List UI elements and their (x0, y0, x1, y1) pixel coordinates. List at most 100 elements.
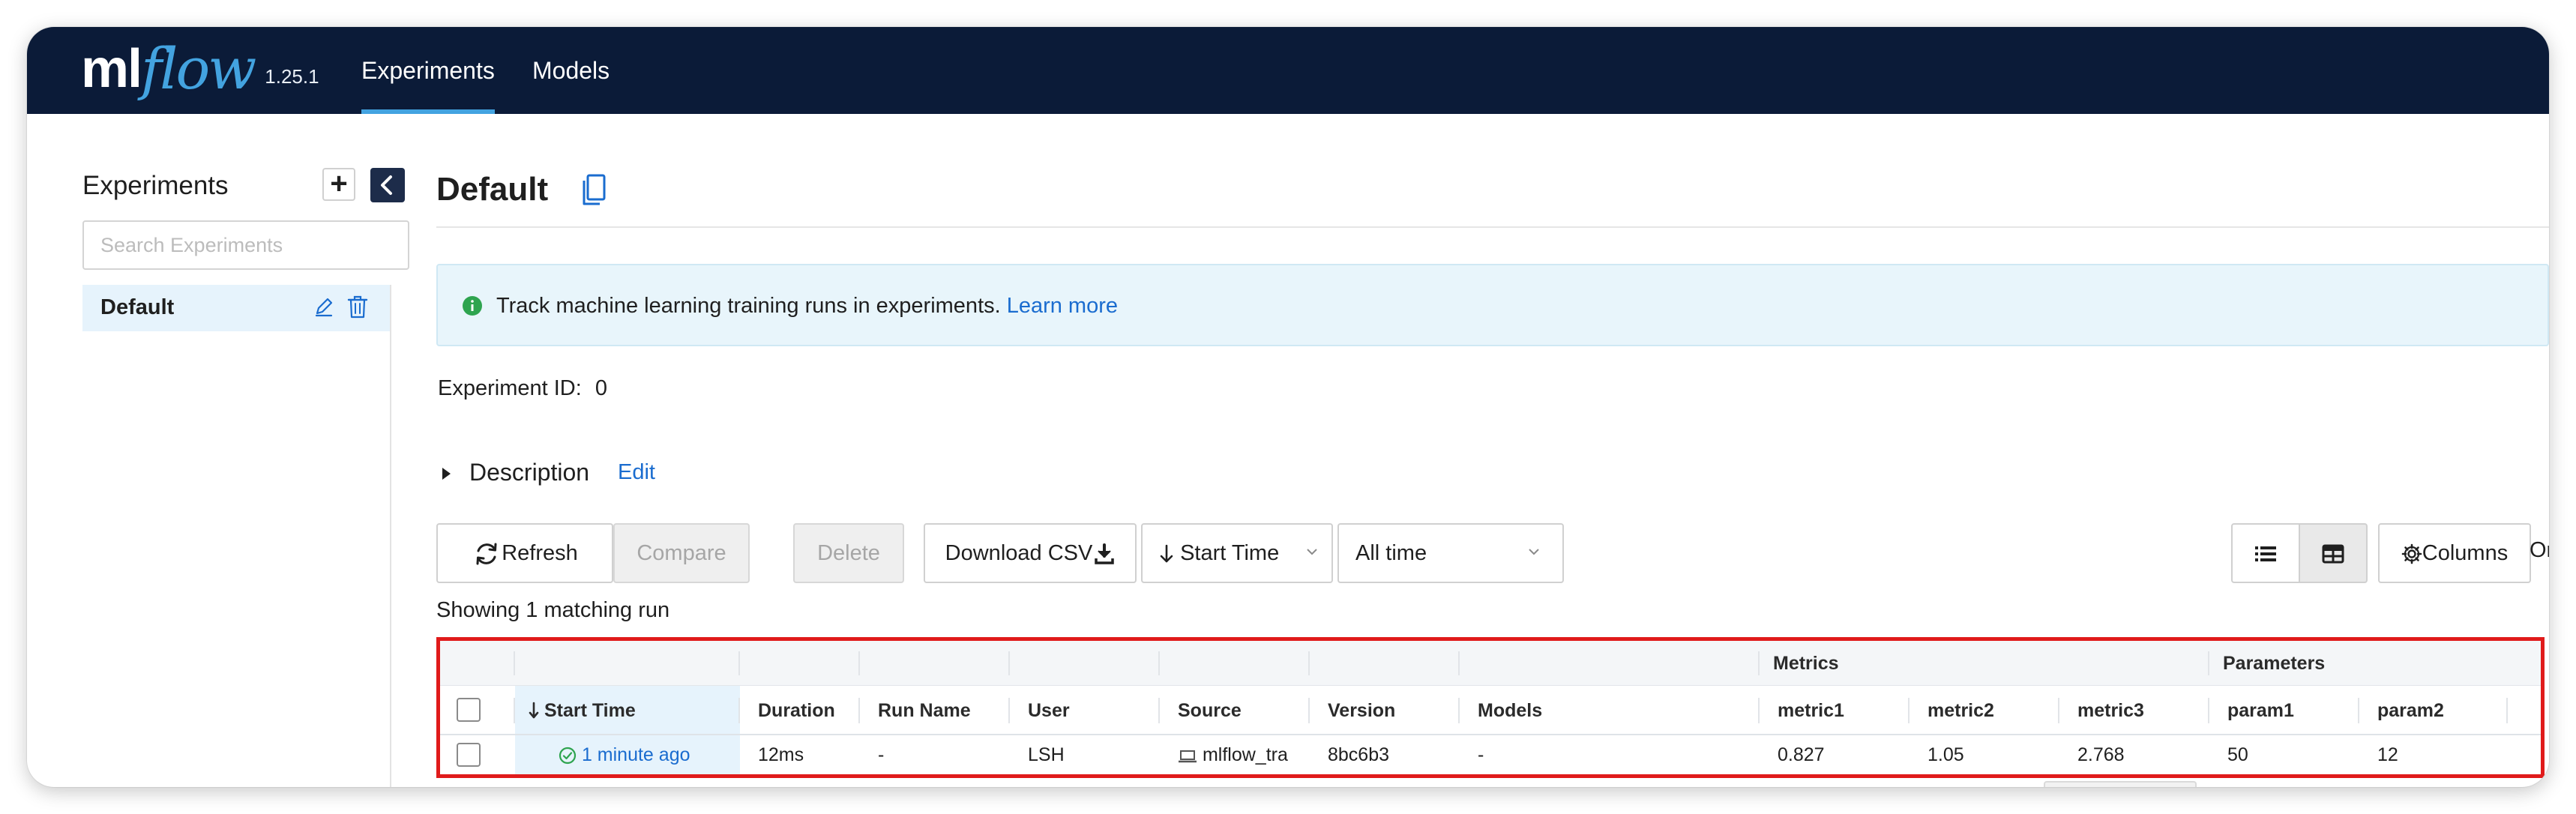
column-separator (1458, 698, 1460, 723)
column-separator (514, 698, 515, 723)
source-value: mlflow_tra (1202, 744, 1288, 765)
sidebar-item-label: Default (100, 295, 175, 319)
cell-metric1: 0.827 (1778, 744, 1825, 765)
tab-experiments[interactable]: Experiments (361, 27, 495, 114)
page-title: Default (436, 171, 549, 208)
column-header-param2[interactable]: param2 (2377, 686, 2444, 734)
chevron-left-icon (381, 175, 392, 195)
cell-run-name: - (878, 744, 885, 765)
sort-by-select[interactable]: Start Time (1141, 523, 1333, 583)
delete-button[interactable]: Delete (793, 523, 904, 583)
laptop-icon (1179, 750, 1197, 763)
column-separator (1158, 651, 1160, 675)
column-separator (858, 651, 860, 675)
caret-right-icon[interactable] (442, 468, 451, 480)
load-more-button[interactable]: Load more (2044, 781, 2197, 787)
gear-icon (2401, 544, 2422, 564)
table-row[interactable]: 1 minute ago 12ms - LSH mlflow_tra 8bc6b… (440, 735, 2541, 774)
column-header-param1[interactable]: param1 (2227, 686, 2294, 734)
column-separator (1008, 698, 1010, 723)
info-banner: Track machine learning training runs in … (436, 264, 2549, 346)
row-checkbox[interactable] (457, 743, 481, 767)
logo-ml-text: ml (81, 39, 142, 99)
sidebar-divider (390, 285, 391, 787)
column-separator (514, 651, 515, 675)
description-label: Description (469, 459, 590, 486)
column-separator (1308, 698, 1310, 723)
column-separator (2506, 698, 2508, 723)
cell-param1: 50 (2227, 744, 2248, 765)
parameters-group-header: Parameters (2223, 653, 2326, 674)
run-start-time-link[interactable]: 1 minute ago (582, 744, 690, 765)
experiment-id-label: Experiment ID: (438, 376, 582, 400)
experiment-id: Experiment ID: 0 (438, 376, 607, 401)
cell-duration: 12ms (758, 744, 804, 765)
columns-button[interactable]: Columns (2378, 523, 2531, 583)
compare-button[interactable]: Compare (613, 523, 750, 583)
cell-models: - (1478, 744, 1484, 765)
list-view-toggle[interactable] (2231, 523, 2300, 583)
cell-source[interactable]: mlflow_tra (1178, 735, 1298, 774)
info-text: Track machine learning training runs in … (496, 294, 1118, 319)
column-separator (738, 651, 740, 675)
truncated-control-label[interactable]: On (2530, 538, 2549, 563)
tab-models[interactable]: Models (532, 27, 610, 114)
learn-more-link[interactable]: Learn more (1007, 294, 1118, 318)
column-separator (2358, 698, 2359, 723)
column-label: Start Time (544, 700, 636, 721)
matching-runs-count: Showing 1 matching run (436, 598, 670, 622)
top-navbar: ml flow 1.25.1 Experiments Models (27, 27, 2549, 114)
time-range-value: All time (1355, 541, 1427, 565)
info-icon (463, 296, 482, 316)
runs-table-body: Metrics Parameters Start Time Duration R… (440, 641, 2541, 774)
column-header-start-time[interactable]: Start Time (529, 686, 636, 734)
cell-version[interactable]: 8bc6b3 (1328, 735, 1389, 774)
collapse-sidebar-button[interactable] (370, 168, 405, 202)
list-icon (2255, 546, 2276, 562)
refresh-button[interactable]: Refresh (436, 523, 613, 583)
cell-param2: 12 (2377, 744, 2398, 765)
download-csv-button[interactable]: Download CSV (924, 523, 1137, 583)
runs-table: Metrics Parameters Start Time Duration R… (436, 637, 2545, 778)
description-edit-link[interactable]: Edit (618, 460, 655, 485)
column-header-row: Start Time Duration Run Name User Source… (440, 686, 2541, 735)
cell-user: LSH (1028, 744, 1065, 765)
column-header-metric2[interactable]: metric2 (1928, 686, 1994, 734)
column-header-user[interactable]: User (1028, 686, 1070, 734)
column-separator (858, 698, 860, 723)
mlflow-logo[interactable]: ml flow 1.25.1 (81, 39, 319, 100)
column-separator (2208, 698, 2209, 723)
column-header-metric1[interactable]: metric1 (1778, 686, 1844, 734)
delete-label: Delete (817, 541, 880, 565)
metrics-group-header: Metrics (1773, 653, 1839, 674)
sidebar-item-default[interactable]: Default (82, 285, 390, 331)
column-separator (1758, 651, 1760, 675)
column-separator (738, 698, 740, 723)
copy-icon[interactable] (580, 174, 607, 207)
trash-icon[interactable] (346, 294, 369, 319)
info-message: Track machine learning training runs in … (496, 294, 1001, 318)
column-separator (1308, 651, 1310, 675)
column-header-metric3[interactable]: metric3 (2077, 686, 2144, 734)
search-experiments-input[interactable] (82, 220, 409, 270)
experiments-sidebar: Experiments + Default (27, 114, 409, 787)
chevron-down-icon (1529, 549, 1539, 555)
column-header-models[interactable]: Models (1478, 686, 1542, 734)
column-header-version[interactable]: Version (1328, 686, 1395, 734)
cell-start-time[interactable]: 1 minute ago (559, 735, 690, 774)
column-header-source[interactable]: Source (1178, 686, 1242, 734)
table-icon (2322, 544, 2344, 564)
sort-by-value: Start Time (1180, 541, 1280, 565)
select-all-checkbox[interactable] (457, 698, 481, 722)
time-range-select[interactable]: All time (1337, 523, 1564, 583)
column-header-run-name[interactable]: Run Name (878, 686, 971, 734)
edit-icon[interactable] (312, 295, 336, 319)
compare-label: Compare (637, 541, 726, 565)
column-separator (1758, 698, 1760, 723)
add-experiment-button[interactable]: + (322, 168, 355, 201)
sort-desc-icon (529, 702, 539, 719)
download-icon (1095, 543, 1115, 565)
table-view-toggle[interactable] (2299, 523, 2368, 583)
column-header-duration[interactable]: Duration (758, 686, 835, 734)
column-separator (2058, 698, 2059, 723)
